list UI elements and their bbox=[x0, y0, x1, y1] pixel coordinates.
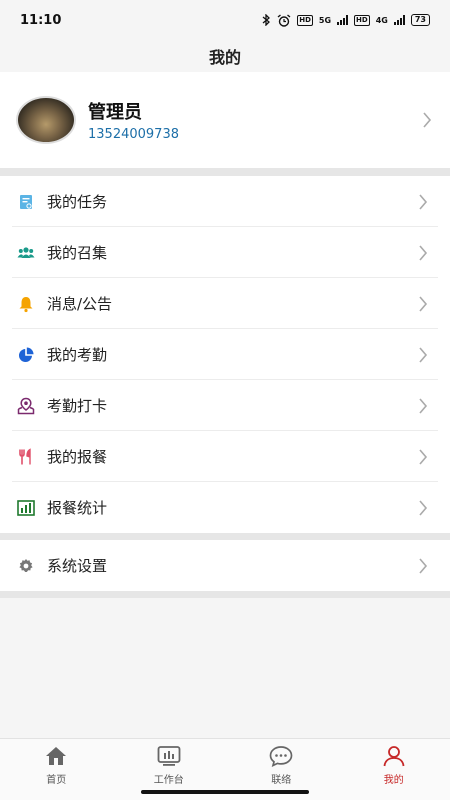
chevron-right-icon bbox=[416, 448, 430, 465]
group-icon bbox=[16, 243, 36, 263]
workbench-icon bbox=[157, 746, 181, 766]
menu-list: 我的任务 我的召集 消息/公告 我的考勤 考勤打卡 我的报餐 报餐统计 bbox=[0, 176, 450, 533]
menu-item-label: 我的报餐 bbox=[47, 448, 108, 466]
menu-item-label: 我的召集 bbox=[47, 244, 108, 262]
chevron-right-icon bbox=[416, 346, 430, 363]
tab-label: 我的 bbox=[383, 775, 404, 786]
fork-knife-icon bbox=[16, 447, 36, 467]
profile-name: 管理员 bbox=[88, 102, 142, 123]
menu-item-attendance-checkin[interactable]: 考勤打卡 bbox=[0, 380, 450, 431]
menu-item-label: 考勤打卡 bbox=[47, 397, 108, 415]
menu-item-meal-statistics[interactable]: 报餐统计 bbox=[0, 482, 450, 533]
tab-home[interactable]: 首页 bbox=[0, 739, 113, 800]
location-checkin-icon bbox=[16, 396, 36, 416]
chevron-right-icon bbox=[416, 193, 430, 210]
network-4g-label: 4G bbox=[375, 15, 388, 25]
battery-icon: 73 bbox=[410, 14, 430, 26]
status-time: 11:10 bbox=[20, 12, 62, 28]
status-bar: 11:10 HD 5G HD 4G 73 bbox=[0, 0, 450, 40]
section-divider bbox=[0, 168, 450, 176]
pie-chart-icon bbox=[16, 345, 36, 365]
signal-4g-icon bbox=[393, 15, 405, 25]
bottom-tab-bar: 首页 工作台 联络 我的 bbox=[0, 738, 450, 800]
bluetooth-icon bbox=[262, 14, 271, 26]
avatar[interactable] bbox=[16, 96, 76, 144]
menu-item-label: 系统设置 bbox=[47, 557, 108, 575]
status-icons: HD 5G HD 4G 73 bbox=[261, 13, 430, 27]
hd-tag-2: HD bbox=[354, 14, 370, 26]
menu-item-my-tasks[interactable]: 我的任务 bbox=[0, 176, 450, 227]
menu-item-my-gatherings[interactable]: 我的召集 bbox=[0, 227, 450, 278]
page-title: 我的 bbox=[0, 40, 450, 72]
chevron-right-icon bbox=[416, 557, 430, 574]
menu-item-label: 报餐统计 bbox=[47, 499, 108, 517]
bell-icon bbox=[16, 294, 36, 314]
gear-icon bbox=[16, 556, 36, 576]
bar-chart-icon bbox=[16, 498, 36, 518]
menu-item-label: 我的考勤 bbox=[47, 346, 108, 364]
home-icon bbox=[46, 747, 67, 765]
chevron-right-icon bbox=[416, 295, 430, 312]
menu-item-my-attendance[interactable]: 我的考勤 bbox=[0, 329, 450, 380]
hd-tag: HD bbox=[297, 14, 313, 26]
chevron-right-icon bbox=[416, 397, 430, 414]
alarm-icon bbox=[277, 13, 291, 27]
tab-mine[interactable]: 我的 bbox=[338, 739, 450, 800]
settings-group: 系统设置 bbox=[0, 540, 450, 591]
chevron-right-icon bbox=[416, 499, 430, 516]
network-5g-label: 5G bbox=[318, 15, 332, 25]
signal-5g-icon bbox=[337, 15, 349, 25]
home-indicator bbox=[141, 790, 309, 794]
menu-item-my-meal-orders[interactable]: 我的报餐 bbox=[0, 431, 450, 482]
user-icon bbox=[383, 746, 405, 767]
profile-phone: 13524009738 bbox=[88, 127, 179, 142]
profile-info: 管理员 13524009738 bbox=[88, 98, 179, 142]
chevron-right-icon bbox=[420, 112, 434, 128]
menu-item-system-settings[interactable]: 系统设置 bbox=[0, 540, 450, 591]
menu-item-messages[interactable]: 消息/公告 bbox=[0, 278, 450, 329]
tab-label: 联络 bbox=[271, 775, 292, 786]
menu-item-label: 消息/公告 bbox=[47, 295, 113, 313]
menu-item-label: 我的任务 bbox=[47, 193, 108, 211]
section-divider bbox=[0, 533, 450, 540]
chevron-right-icon bbox=[416, 244, 430, 261]
tab-label: 工作台 bbox=[153, 775, 184, 786]
chat-icon bbox=[269, 746, 293, 767]
settings-bottom-divider bbox=[0, 591, 450, 598]
task-icon bbox=[16, 192, 36, 212]
tab-label: 首页 bbox=[46, 775, 67, 786]
profile-card[interactable]: 管理员 13524009738 bbox=[0, 72, 450, 168]
